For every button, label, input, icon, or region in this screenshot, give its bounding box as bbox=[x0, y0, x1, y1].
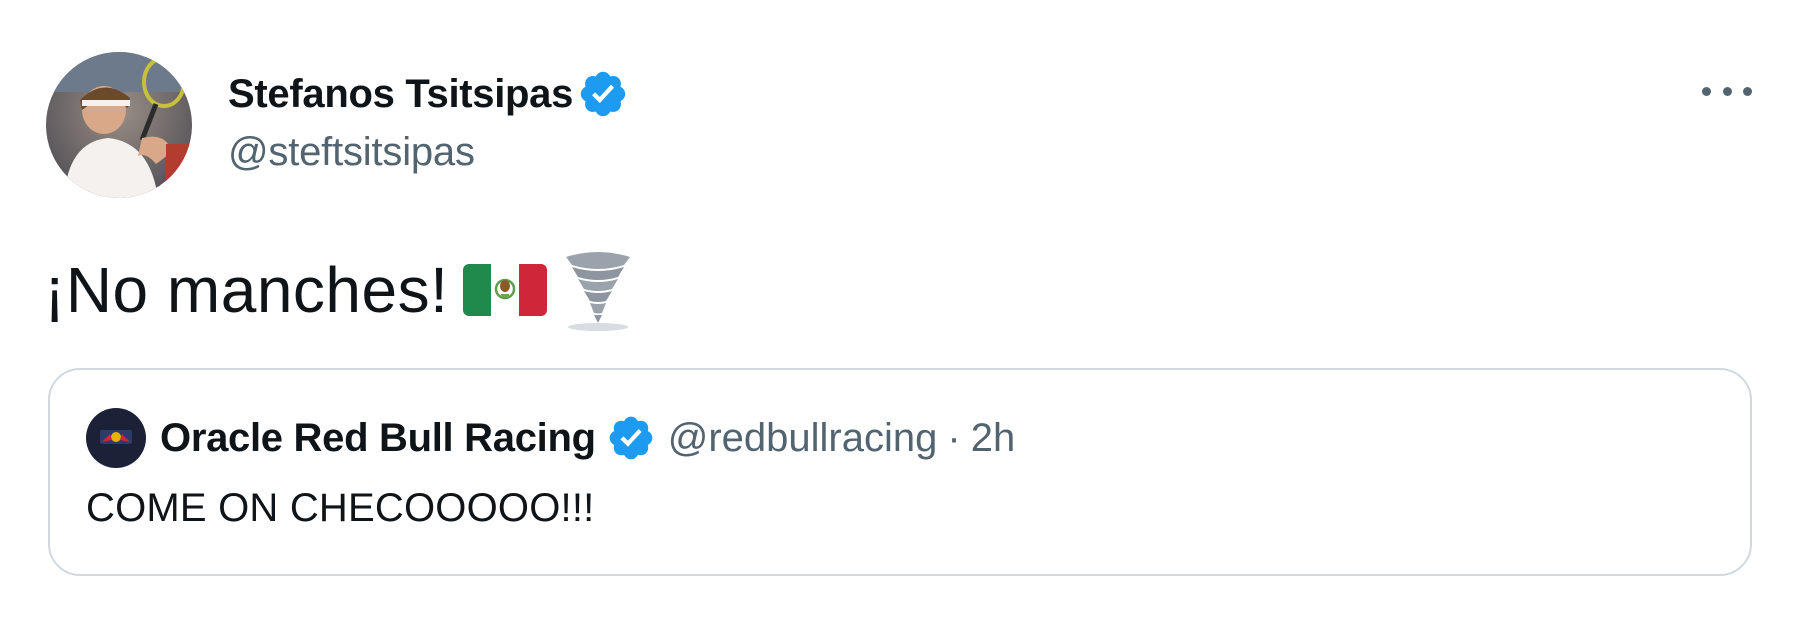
quoted-author-handle: @redbullracing bbox=[667, 415, 938, 460]
author-avatar[interactable] bbox=[46, 52, 192, 198]
tornado-icon bbox=[562, 247, 634, 333]
quoted-author-avatar[interactable] bbox=[86, 408, 146, 468]
more-dot-icon bbox=[1743, 86, 1752, 96]
tweet-text: ¡No manches! bbox=[44, 254, 449, 326]
quoted-tweet-card[interactable]: Oracle Red Bull Racing @redbullracing · … bbox=[48, 368, 1752, 576]
more-options-button[interactable] bbox=[1702, 74, 1752, 108]
avatar-image bbox=[46, 52, 192, 198]
verified-badge-icon bbox=[606, 413, 656, 463]
quoted-tweet-timestamp[interactable]: 2h bbox=[971, 416, 1016, 461]
more-dot-icon bbox=[1702, 86, 1711, 96]
meta-separator: · bbox=[947, 415, 961, 460]
quoted-author-name: Oracle Red Bull Racing bbox=[160, 415, 596, 460]
tweet: Stefanos Tsitsipas @steftsitsipas ¡No ma… bbox=[0, 0, 1794, 620]
author-name-row: Stefanos Tsitsipas bbox=[228, 66, 629, 122]
author-name[interactable]: Stefanos Tsitsipas bbox=[228, 72, 573, 117]
author-handle[interactable]: @steftsitsipas bbox=[228, 130, 475, 175]
red-bull-logo-icon bbox=[86, 408, 146, 468]
more-dot-icon bbox=[1722, 86, 1732, 96]
verified-badge-icon bbox=[577, 68, 629, 120]
mexico-flag-icon bbox=[462, 258, 548, 322]
quoted-tweet-text: COME ON CHECOOOOO!!! bbox=[86, 486, 595, 530]
tweet-text-row: ¡No manches! bbox=[44, 247, 634, 333]
quoted-tweet-header: Oracle Red Bull Racing @redbullracing · … bbox=[86, 408, 1015, 468]
